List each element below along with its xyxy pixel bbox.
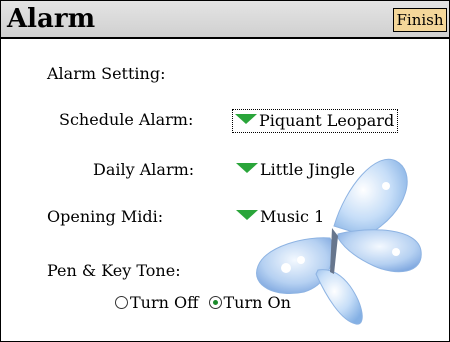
dropdown-arrow-icon: [235, 114, 257, 124]
title-bar: Alarm Finish: [1, 1, 449, 39]
daily-alarm-value: Little Jingle: [260, 160, 355, 179]
turn-on-label: Turn On: [223, 293, 291, 312]
radio-checked-icon: [208, 296, 222, 309]
finish-button[interactable]: Finish: [393, 8, 447, 32]
pen-key-tone-label: Pen & Key Tone:: [47, 261, 181, 280]
turn-off-label: Turn Off: [130, 293, 199, 312]
schedule-alarm-value: Piquant Leopard: [259, 111, 395, 130]
schedule-alarm-label: Schedule Alarm:: [59, 110, 194, 129]
alarm-window: Alarm Finish Alarm Setting: Schedule Ala…: [0, 0, 450, 342]
daily-alarm-label: Daily Alarm:: [93, 160, 195, 179]
alarm-setting-heading: Alarm Setting:: [47, 64, 166, 83]
turn-off-radio[interactable]: Turn Off: [115, 293, 199, 313]
dropdown-arrow-icon: [236, 163, 258, 173]
dropdown-arrow-icon: [236, 210, 258, 220]
radio-unchecked-icon: [115, 296, 128, 309]
pen-key-tone-radio-group: Turn Off Turn On: [115, 293, 301, 313]
opening-midi-value: Music 1: [260, 207, 325, 226]
window-title: Alarm: [7, 4, 96, 34]
schedule-alarm-dropdown[interactable]: Piquant Leopard: [232, 109, 399, 133]
daily-alarm-dropdown[interactable]: Little Jingle: [234, 159, 358, 183]
opening-midi-dropdown[interactable]: Music 1: [234, 206, 327, 230]
turn-on-radio[interactable]: Turn On: [208, 293, 291, 313]
opening-midi-label: Opening Midi:: [47, 207, 164, 226]
